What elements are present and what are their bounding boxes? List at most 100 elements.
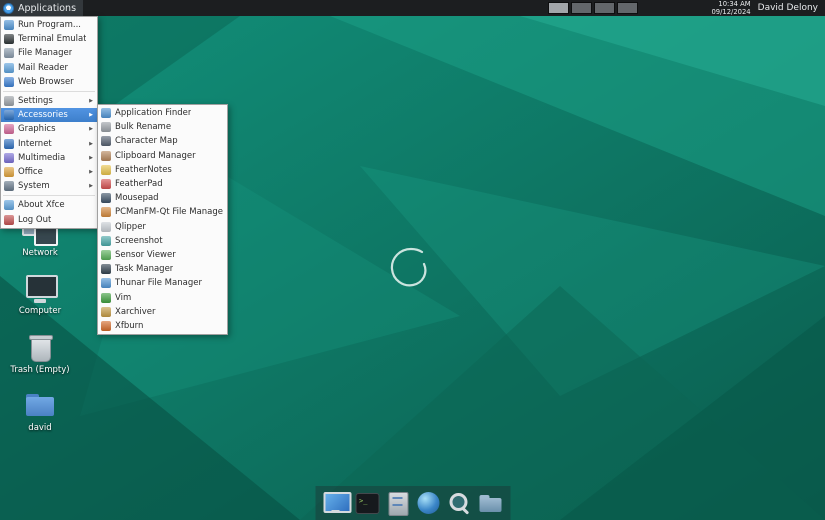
submenu-item-pcmanfm-qt[interactable]: PCManFM-Qt File Manager — [98, 205, 227, 219]
submenu-item-label: Bulk Rename — [115, 122, 172, 133]
tray-icon-bell[interactable] — [694, 3, 705, 14]
tray-icon-volume[interactable] — [662, 3, 673, 14]
desktop-icon-image — [21, 391, 59, 421]
submenu-item-label: PCManFM-Qt File Manager — [115, 207, 223, 218]
menu-item-label: Web Browser — [18, 76, 74, 87]
task-button[interactable] — [594, 2, 616, 14]
dock-launcher-web-browser[interactable] — [414, 489, 442, 517]
desktop-icon-computer[interactable]: Computer — [8, 274, 72, 316]
menu-item-label: Terminal Emulator — [18, 34, 87, 45]
submenu-item-icon — [101, 193, 111, 204]
menu-item-label: File Manager — [18, 48, 73, 59]
dock-launcher-terminal[interactable] — [352, 489, 380, 517]
submenu-item-label: Sensor Viewer — [115, 249, 176, 260]
submenu-item-clipboard-manager[interactable]: Clipboard Manager — [98, 149, 227, 163]
submenu-item-sensor-viewer[interactable]: Sensor Viewer — [98, 248, 227, 262]
xfce-mouse-logo-icon — [3, 2, 14, 14]
task-button[interactable] — [571, 2, 593, 14]
menu-item-icon — [4, 76, 14, 87]
menu-item-label: About Xfce — [18, 200, 65, 211]
tray-icon-network[interactable] — [646, 3, 657, 14]
menu-item-web-browser[interactable]: Web Browser ▶ — [1, 75, 97, 89]
submenu-item-icon — [101, 292, 111, 303]
menu-item-icon — [4, 20, 14, 31]
menu-item-file-manager[interactable]: File Manager ▶ — [1, 46, 97, 60]
submenu-item-screenshot[interactable]: Screenshot — [98, 234, 227, 248]
menu-item-label: Log Out — [18, 214, 52, 225]
submenu-item-task-manager[interactable]: Task Manager — [98, 262, 227, 276]
submenu-item-label: Task Manager — [115, 264, 174, 275]
menu-item-terminal[interactable]: Terminal Emulator ▶ — [1, 32, 97, 46]
desktop-icon-trash[interactable]: Trash (Empty) — [8, 333, 72, 375]
submenu-item-feathernotes[interactable]: FeatherNotes — [98, 163, 227, 177]
submenu-item-vim[interactable]: Vim — [98, 290, 227, 304]
menu-item-icon — [4, 214, 14, 225]
menu-item-system[interactable]: System ▶ — [1, 179, 97, 193]
user-menu[interactable]: David Delony — [758, 3, 818, 13]
submenu-item-icon — [101, 221, 111, 232]
desktop-icon-folder[interactable]: david — [8, 391, 72, 433]
submenu-item-icon — [101, 164, 111, 175]
dock-launcher-app-finder[interactable] — [445, 489, 473, 517]
submenu-arrow-icon: ▶ — [89, 183, 93, 190]
submenu-item-icon — [101, 108, 111, 119]
menu-item-accessories[interactable]: Accessories ▶ — [1, 108, 97, 123]
menu-item-label: Office — [18, 166, 43, 177]
desktop-icon-list: Network Computer Trash (Empty) david — [8, 216, 72, 433]
submenu-item-application-finder[interactable]: Application Finder — [98, 106, 227, 120]
desktop-icon-label: Computer — [18, 306, 62, 317]
submenu-item-mousepad[interactable]: Mousepad — [98, 191, 227, 205]
dock-launcher-display[interactable] — [321, 489, 351, 517]
dock-launcher-file-cabinet[interactable] — [383, 489, 411, 517]
submenu-item-icon — [101, 306, 111, 317]
submenu-item-bulk-rename[interactable]: Bulk Rename — [98, 120, 227, 134]
submenu-arrow-icon: ▶ — [89, 126, 93, 133]
applications-menu-button[interactable]: Applications — [0, 0, 84, 16]
menu-item-settings[interactable]: Settings ▶ — [1, 94, 97, 108]
dock-launcher-icon — [384, 490, 410, 516]
dock-launcher-icon — [353, 490, 379, 516]
submenu-item-xfburn[interactable]: Xfburn — [98, 319, 227, 333]
menu-item-mail[interactable]: Mail Reader ▶ — [1, 61, 97, 75]
dock-launcher-folder[interactable] — [476, 489, 504, 517]
submenu-item-label: Xarchiver — [115, 306, 156, 317]
menu-item-icon — [4, 138, 14, 149]
menu-item-about-xfce[interactable]: About Xfce ▶ — [1, 198, 97, 212]
submenu-item-icon — [101, 249, 111, 260]
submenu-item-xarchiver[interactable]: Xarchiver — [98, 305, 227, 319]
menu-item-icon — [4, 181, 14, 192]
clock-date: 09/12/2024 — [711, 8, 751, 16]
menu-item-icon — [4, 34, 14, 45]
submenu-item-label: Mousepad — [115, 193, 159, 204]
menu-item-label: Settings — [18, 96, 53, 107]
desktop-icon-image — [21, 274, 59, 304]
desktop-icon-label: Trash (Empty) — [10, 364, 70, 375]
menu-item-graphics[interactable]: Graphics ▶ — [1, 122, 97, 136]
tray-icon-battery[interactable] — [678, 3, 689, 14]
menu-item-label: Accessories — [18, 110, 68, 121]
submenu-arrow-icon: ▶ — [89, 140, 93, 147]
task-button[interactable] — [548, 2, 570, 14]
menu-separator — [3, 195, 95, 197]
submenu-item-icon — [101, 179, 111, 190]
menu-item-multimedia[interactable]: Multimedia ▶ — [1, 151, 97, 165]
submenu-item-icon — [101, 207, 111, 218]
submenu-item-label: FeatherNotes — [115, 164, 172, 175]
submenu-item-featherpad[interactable]: FeatherPad — [98, 177, 227, 191]
submenu-item-label: Qlipper — [115, 221, 146, 232]
menu-item-log-out[interactable]: Log Out ▶ — [1, 212, 97, 226]
menu-item-internet[interactable]: Internet ▶ — [1, 137, 97, 151]
dock-launcher-icon — [322, 490, 351, 516]
submenu-item-qlipper[interactable]: Qlipper — [98, 220, 227, 234]
menu-item-icon — [4, 166, 14, 177]
submenu-arrow-icon: ▶ — [89, 168, 93, 175]
submenu-item-icon — [101, 150, 111, 161]
task-button[interactable] — [617, 2, 639, 14]
submenu-item-character-map[interactable]: Character Map — [98, 134, 227, 148]
panel-clock[interactable]: 10:34 AM 09/12/2024 — [711, 0, 750, 16]
submenu-item-label: Vim — [115, 292, 132, 303]
desktop-icon-image — [21, 333, 59, 363]
submenu-item-thunar[interactable]: Thunar File Manager — [98, 276, 227, 290]
menu-item-run[interactable]: Run Program... ▶ — [1, 18, 97, 32]
menu-item-office[interactable]: Office ▶ — [1, 165, 97, 179]
